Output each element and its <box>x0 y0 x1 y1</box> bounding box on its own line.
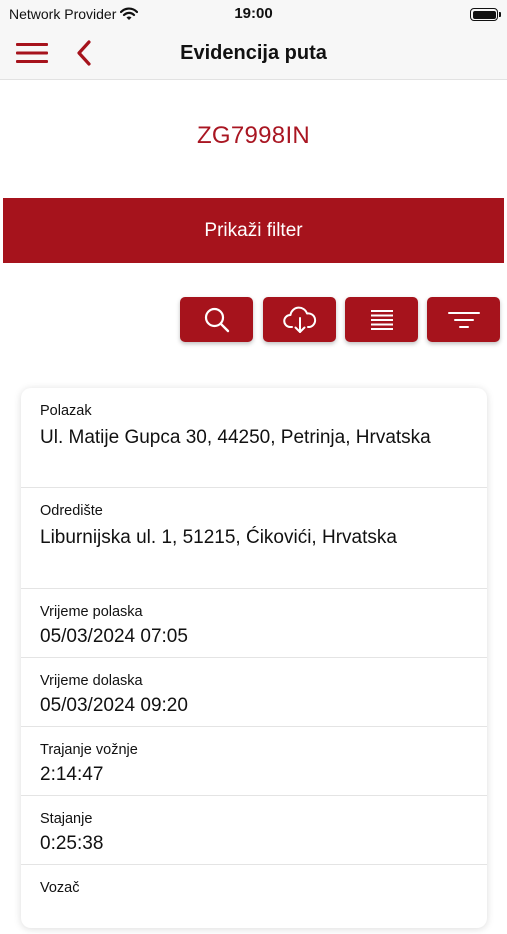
arrival-time-field: Vrijeme dolaska 05/03/2024 09:20 <box>21 658 487 727</box>
destination-field: Odredište Liburnijska ul. 1, 51215, Ćiko… <box>21 488 487 589</box>
duration-label: Trajanje vožnje <box>40 742 138 758</box>
arrival-time-label: Vrijeme dolaska <box>40 673 143 689</box>
search-icon <box>204 307 229 332</box>
navigation-bar: Evidencija puta <box>0 28 507 80</box>
vehicle-plate: ZG7998IN <box>196 122 311 149</box>
destination-value: Liburnijska ul. 1, 51215, Ćikovići, Hrva… <box>40 527 397 548</box>
stop-time-field: Stajanje 0:25:38 <box>21 796 487 865</box>
status-time: 19:00 <box>234 5 273 22</box>
departure-field: Polazak Ul. Matije Gupca 30, 44250, Petr… <box>21 388 487 488</box>
search-button[interactable] <box>180 297 253 342</box>
download-button[interactable] <box>263 297 336 342</box>
status-bar: Network Provider 19:00 <box>0 0 507 28</box>
departure-label: Polazak <box>40 403 92 419</box>
driver-label: Vozač <box>40 880 80 896</box>
duration-value: 2:14:47 <box>40 764 104 785</box>
list-view-button[interactable] <box>345 297 418 342</box>
stop-time-value: 0:25:38 <box>40 833 104 854</box>
departure-time-label: Vrijeme polaska <box>40 604 143 620</box>
page-title: Evidencija puta <box>180 42 327 64</box>
arrival-time-value: 05/03/2024 09:20 <box>40 695 188 716</box>
list-icon <box>370 309 393 330</box>
cloud-download-icon <box>282 306 316 333</box>
show-filter-button[interactable]: Prikaži filter <box>3 198 504 263</box>
departure-time-field: Vrijeme polaska 05/03/2024 07:05 <box>21 589 487 658</box>
duration-field: Trajanje vožnje 2:14:47 <box>21 727 487 796</box>
destination-label: Odredište <box>40 503 103 519</box>
stop-time-label: Stajanje <box>40 811 93 827</box>
filter-icon <box>447 311 480 328</box>
battery-icon <box>470 8 501 21</box>
departure-time-value: 05/03/2024 07:05 <box>40 626 188 647</box>
departure-value: Ul. Matije Gupca 30, 44250, Petrinja, Hr… <box>40 427 431 448</box>
filter-button[interactable] <box>427 297 500 342</box>
trip-card: Polazak Ul. Matije Gupca 30, 44250, Petr… <box>21 388 487 928</box>
